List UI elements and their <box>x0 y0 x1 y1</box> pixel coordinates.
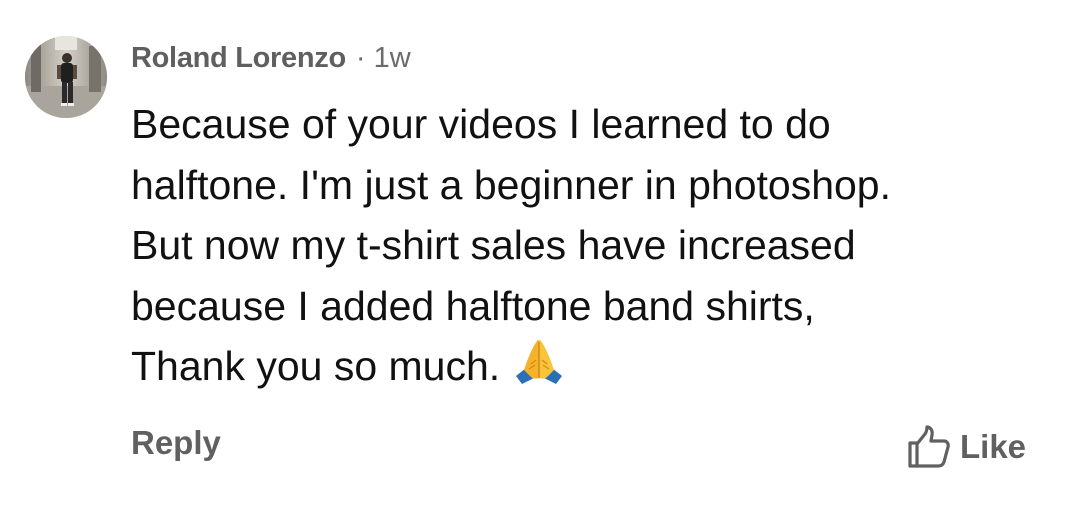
folded-hands-icon <box>516 339 563 384</box>
comment-body-line: Because of your videos I learned to do <box>131 101 831 147</box>
avatar[interactable] <box>25 36 107 118</box>
like-label: Like <box>960 428 1027 465</box>
comment-body-last-line: Thank you so much. <box>131 336 1051 397</box>
reply-button[interactable]: Reply <box>131 424 221 462</box>
comment-body-line: halftone. I'm just a beginner in photosh… <box>131 161 892 208</box>
like-button[interactable]: Like <box>906 424 1026 470</box>
comment-timestamp[interactable]: 1w <box>374 42 411 75</box>
thumbs-up-icon <box>908 425 950 468</box>
comment-meta: Roland Lorenzo · 1w <box>131 38 411 78</box>
meta-separator: · <box>355 41 366 74</box>
comment-body-line: But now my t-shirt sales have increased <box>131 222 856 268</box>
author-name[interactable]: Roland Lorenzo <box>131 42 346 75</box>
comment-body: Because of your videos I learned to do h… <box>131 94 1051 397</box>
comment-body-line: Thank you so much. <box>131 343 501 389</box>
comment: Roland Lorenzo · 1w Because of your vide… <box>0 0 1081 509</box>
comment-body-line: because I added halftone band shirts, <box>131 282 815 329</box>
